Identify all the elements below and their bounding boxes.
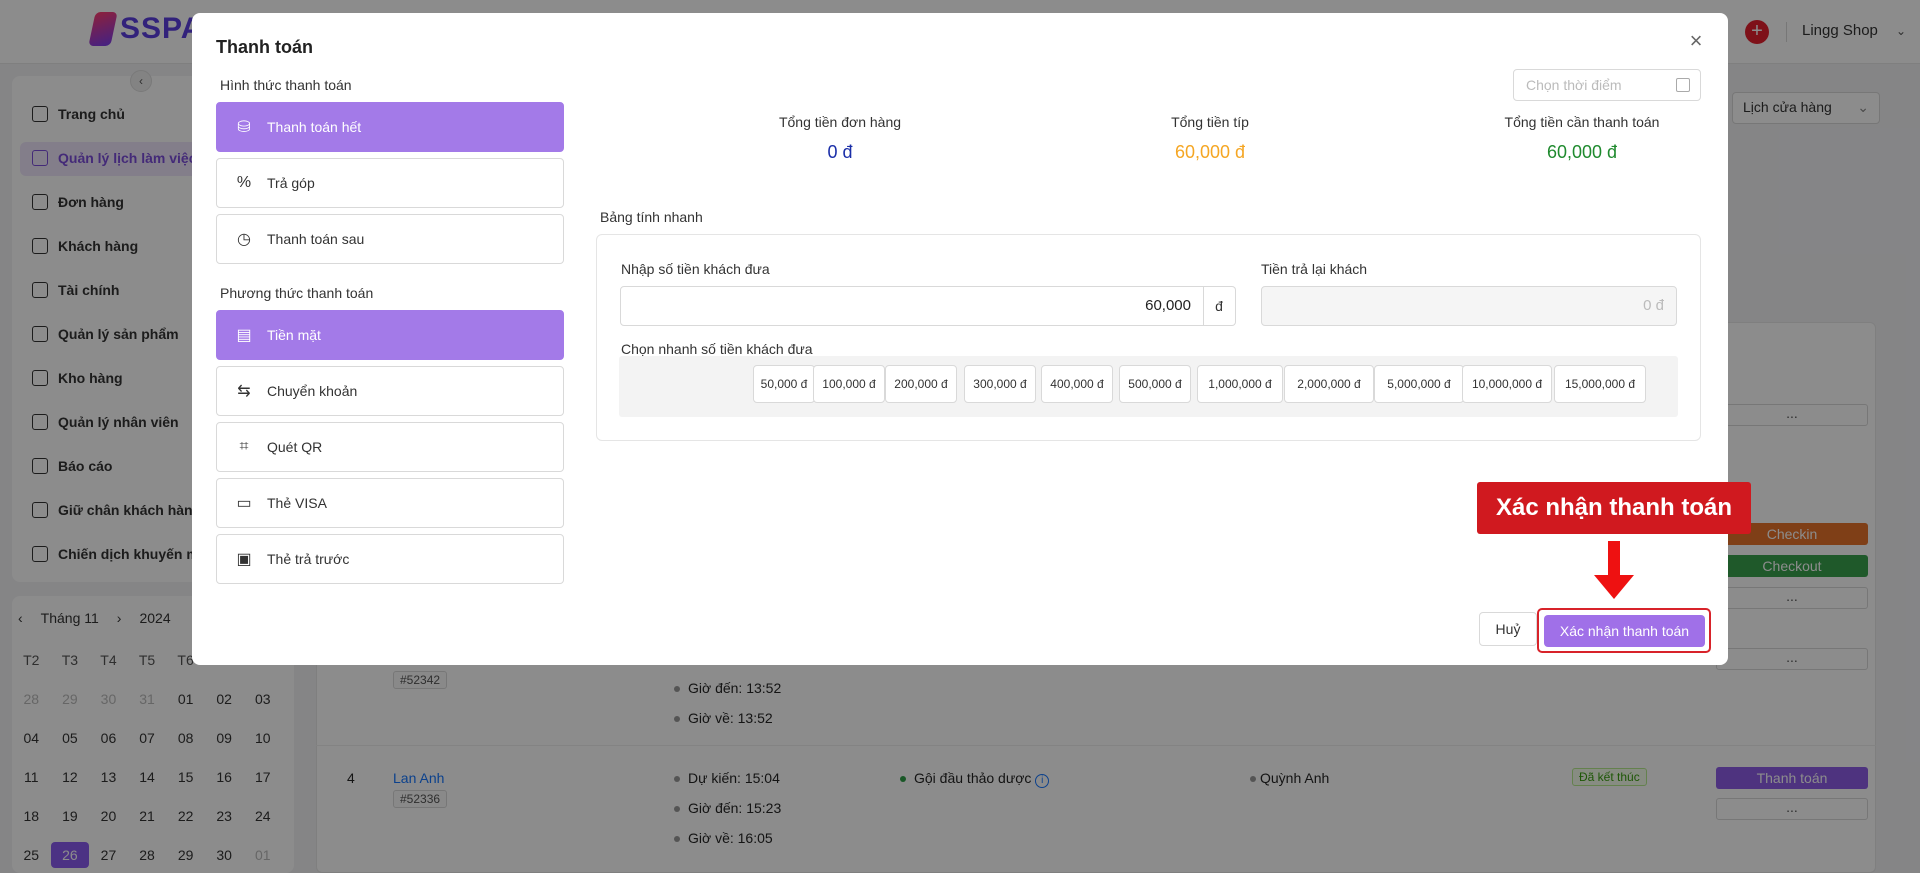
quick-amount-chip[interactable]: 100,000 đ [813, 365, 885, 403]
annotation-callout: Xác nhận thanh toán [1477, 482, 1751, 534]
cash-icon: ▤ [236, 327, 252, 344]
date-time-picker[interactable]: Chọn thời điểm [1513, 69, 1701, 101]
quick-amount-chip[interactable]: 2,000,000 đ [1284, 365, 1374, 403]
payment-methods-option[interactable]: ⇆ Chuyển khoản [216, 366, 564, 416]
confirm-payment-button[interactable]: Xác nhận thanh toán [1544, 615, 1705, 647]
payment-method-label: Phương thức thanh toán [220, 285, 374, 301]
modal-title: Thanh toán [216, 37, 313, 57]
payment-types-option[interactable]: % Trả góp [216, 158, 564, 208]
summary-value: 0 đ [827, 142, 853, 162]
payment-types-option[interactable]: ⛁ Thanh toán hết [216, 102, 564, 152]
summary-label: Tổng tiền đơn hàng [778, 114, 902, 130]
payment-methods-option[interactable]: ▣ Thẻ trả trước [216, 534, 564, 584]
payment-types-option[interactable]: ◷ Thanh toán sau [216, 214, 564, 264]
payment-type-label: Hình thức thanh toán [220, 77, 352, 93]
payment-methods-option[interactable]: ⌗ Quét QR [216, 422, 564, 472]
transfer-icon: ⇆ [237, 383, 251, 400]
option-label: Quét QR [267, 439, 323, 455]
summary-value: 60,000 đ [1546, 142, 1618, 162]
option-label: Tiền mặt [267, 327, 321, 343]
percent-badge-icon: % [236, 174, 252, 191]
currency-suffix: đ [1203, 286, 1236, 326]
summary-item: Tổng tiền cần thanh toán 60,000 đ [1452, 114, 1712, 163]
quick-calc-label: Bảng tính nhanh [600, 209, 703, 225]
change-amount-input: 0 đ [1261, 286, 1677, 326]
calendar-icon [1676, 78, 1690, 92]
quick-amount-list: 50,000 đ 100,000 đ 200,000 đ 300,000 đ 400,0… [619, 356, 1678, 417]
annotation-arrow [1608, 541, 1620, 579]
quick-pick-label: Chọn nhanh số tiền khách đưa [621, 341, 813, 357]
summary-item: Tổng tiền đơn hàng 0 đ [710, 114, 970, 163]
payment-modal: Thanh toán × Hình thức thanh toán ⛁ Thanh… [192, 13, 1728, 665]
quick-amount-chip[interactable]: 10,000,000 đ [1462, 365, 1552, 403]
quick-amount-chip[interactable]: 5,000,000 đ [1374, 365, 1464, 403]
summary-value: 60,000 đ [1174, 142, 1246, 162]
coins-icon: ⛁ [237, 119, 251, 136]
payment-methods-option[interactable]: ▭ Thẻ VISA [216, 478, 564, 528]
annotation-arrow-head [1594, 575, 1634, 599]
visa-card-icon: ▭ [236, 495, 252, 512]
qr-scan-icon: ⌗ [239, 438, 249, 455]
quick-amount-chip[interactable]: 500,000 đ [1119, 365, 1191, 403]
prepaid-card-icon: ▣ [236, 551, 252, 568]
option-label: Thẻ VISA [267, 495, 327, 511]
option-label: Thẻ trả trước [267, 551, 350, 567]
option-label: Trả góp [267, 175, 315, 191]
quick-amount-chip[interactable]: 15,000,000 đ [1554, 365, 1646, 403]
quick-amount-chip[interactable]: 300,000 đ [964, 365, 1036, 403]
date-placeholder: Chọn thời điểm [1526, 77, 1622, 93]
given-amount-input[interactable]: 60,000 [620, 286, 1204, 326]
given-amount-label: Nhập số tiền khách đưa [621, 261, 770, 277]
payment-methods-option[interactable]: ▤ Tiền mặt [216, 310, 564, 360]
option-label: Chuyển khoản [267, 383, 358, 399]
quick-amount-chip[interactable]: 1,000,000 đ [1197, 365, 1283, 403]
option-label: Thanh toán sau [267, 231, 365, 247]
summary-label: Tổng tiền típ [1171, 114, 1249, 130]
cancel-button[interactable]: Huỷ [1479, 612, 1537, 646]
change-amount-label: Tiền trả lại khách [1261, 261, 1368, 277]
summary-label: Tổng tiền cần thanh toán [1504, 114, 1660, 130]
summary-item: Tổng tiền típ 60,000 đ [1080, 114, 1340, 163]
clock-icon: ◷ [237, 231, 251, 248]
quick-amount-chip[interactable]: 50,000 đ [753, 365, 815, 403]
close-icon[interactable]: × [1684, 29, 1708, 53]
option-label: Thanh toán hết [267, 119, 362, 135]
quick-amount-chip[interactable]: 200,000 đ [885, 365, 957, 403]
quick-amount-chip[interactable]: 400,000 đ [1041, 365, 1113, 403]
